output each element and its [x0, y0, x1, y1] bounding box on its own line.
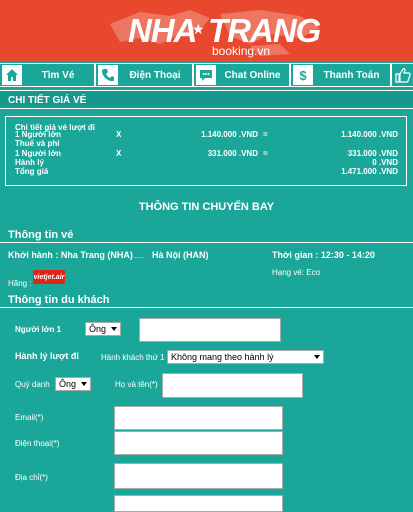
site-logo[interactable]: NHA ★ TRANG booking.vn — [128, 8, 328, 58]
contact-title-label: Quý danh — [15, 380, 50, 389]
logo-text-nha: NHA — [128, 12, 197, 49]
ticket-info-heading: Thông tin vé — [0, 228, 413, 243]
adult-title-select[interactable]: Ông — [85, 322, 121, 336]
nav-label: Điện Thoại — [129, 69, 181, 81]
depart-info: Khởi hành : Nha Trang (NHA) — [8, 250, 133, 260]
price-row1-total: 1.140.000 .VND — [341, 130, 398, 139]
thumbs-up-icon[interactable] — [392, 64, 413, 86]
price-row2-x: X — [116, 149, 122, 158]
email-input[interactable] — [114, 406, 283, 430]
ticket-info-title: Thông tin vé — [8, 229, 74, 241]
price-row1-eq: = — [263, 130, 268, 139]
arrive-info: Hà Nội (HAN) — [152, 250, 209, 260]
chevron-down-icon — [314, 355, 320, 359]
airline-logo: vietjet.air — [33, 270, 65, 284]
ticket-class: Hạng vé: Eco — [272, 268, 321, 277]
nav-label: Chat Online — [224, 69, 281, 81]
logo-subtext: booking.vn — [212, 44, 271, 58]
star-icon: ★ — [192, 21, 205, 37]
select-value: Ông — [89, 324, 107, 334]
luggage-price-value: 0 .VND — [372, 158, 398, 167]
fullname-input[interactable] — [162, 373, 303, 398]
address-label: Địa chỉ(*) — [15, 473, 48, 482]
luggage-price-label: Hành lý — [15, 158, 44, 167]
main-nav: Tìm Vé Điện Thoại Chat Online $ Thanh To… — [0, 63, 413, 87]
tax-label: Thuế và phí — [15, 139, 60, 148]
nav-thanh-toan[interactable]: $ Thanh Toán — [291, 64, 390, 86]
luggage-select[interactable]: Không mang theo hành lý — [167, 350, 324, 364]
price-section-title: CHI TIẾT GIÁ VÉ — [0, 90, 413, 109]
phone-icon — [98, 65, 118, 85]
dollar-icon: $ — [293, 65, 313, 85]
fullname-label: Họ và tên(*) — [115, 380, 158, 389]
total-value: 1.471.000 .VND — [341, 167, 398, 176]
route-arrow: .... — [134, 250, 145, 260]
site-header: NHA ★ TRANG booking.vn — [0, 0, 413, 62]
phone-input[interactable] — [114, 431, 283, 455]
nav-label: Thanh Toán — [323, 69, 380, 81]
price-row2-eq: = — [263, 149, 268, 158]
chat-icon — [196, 65, 216, 85]
adult-label: Người lớn 1 — [15, 325, 62, 334]
phone-label: Điện thoại(*) — [15, 439, 60, 448]
total-label: Tổng giá — [15, 167, 49, 176]
pax-label: Hành khách thứ 1 — [101, 353, 165, 362]
price-row1-unit: 1.140.000 .VND — [201, 130, 258, 139]
price-row1-x: X — [116, 130, 122, 139]
adult-name-input[interactable] — [139, 318, 281, 342]
price-row1-label: 1 Người lớn — [15, 130, 62, 139]
contact-title-select[interactable]: Ông — [55, 377, 91, 391]
chevron-down-icon — [81, 382, 87, 386]
nav-dien-thoai[interactable]: Điện Thoại — [96, 64, 192, 86]
price-row2-label: 1 Người lớn — [15, 149, 62, 158]
airline-label: Hãng : — [8, 279, 32, 288]
price-row2-unit: 331.000 .VND — [207, 149, 258, 158]
select-value: Ông — [59, 379, 77, 389]
nav-chat-online[interactable]: Chat Online — [194, 64, 289, 86]
price-row2-total: 331.000 .VND — [347, 149, 398, 158]
passenger-info-title: Thông tin du khách — [8, 294, 110, 306]
extra-input[interactable] — [114, 495, 283, 512]
flight-info-title: THÔNG TIN CHUYẾN BAY — [138, 201, 275, 213]
address-input[interactable] — [114, 463, 283, 489]
nav-tim-ve[interactable]: Tìm Vé — [0, 64, 94, 86]
chevron-down-icon — [111, 327, 117, 331]
home-icon — [2, 65, 22, 85]
flight-time: Thời gian : 12:30 - 14:20 — [272, 250, 375, 260]
email-label: Email(*) — [15, 413, 44, 422]
nav-label: Tìm Vé — [41, 69, 75, 81]
section-heading: CHI TIẾT GIÁ VÉ — [8, 95, 87, 106]
luggage-label: Hành lý lượt đi — [15, 351, 79, 361]
select-value: Không mang theo hành lý — [171, 352, 274, 362]
passenger-info-heading: Thông tin du khách — [0, 293, 413, 308]
